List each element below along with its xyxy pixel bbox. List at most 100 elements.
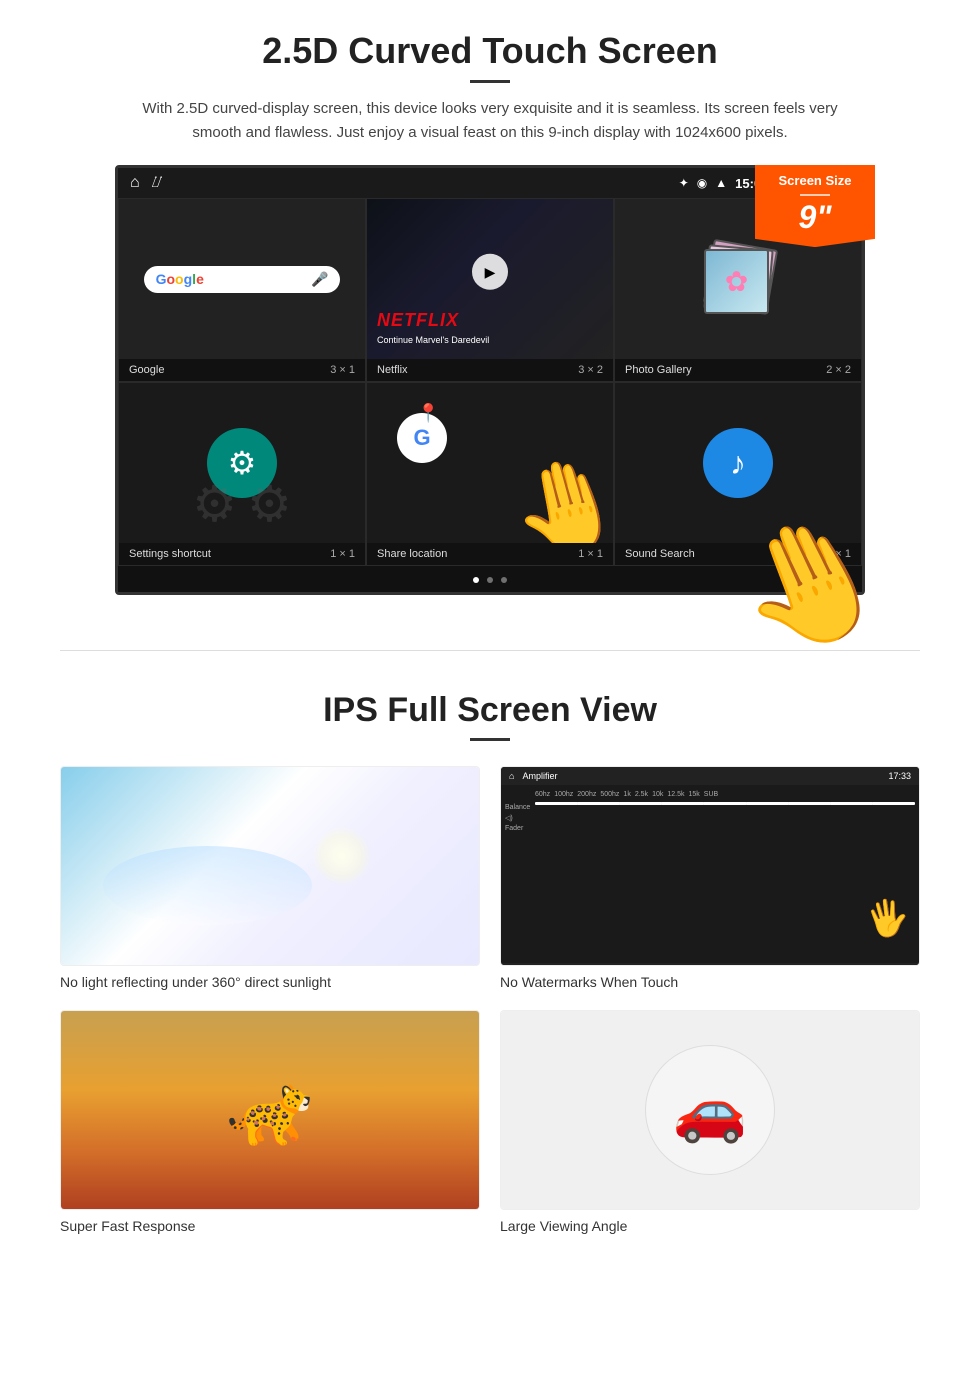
netflix-cell-label: Netflix 3 × 2	[367, 359, 613, 381]
amp-label-fader: Fader	[505, 825, 535, 832]
feature-sunlight: No light reflecting under 360° direct su…	[60, 766, 480, 990]
feature-grid: No light reflecting under 360° direct su…	[60, 766, 920, 1234]
amp-header: ⌂ Amplifier 17:33	[501, 767, 919, 785]
flower-icon: ✿	[725, 265, 748, 298]
amp-label-balance: Balance	[505, 804, 535, 811]
cheetah-visual: 🐆	[61, 1011, 479, 1209]
section2-title: IPS Full Screen View	[60, 691, 920, 730]
amplifier-visual: ⌂ Amplifier 17:33 Balance ◁) Fader 60hz1…	[501, 767, 919, 965]
cheetah-caption: Super Fast Response	[60, 1218, 480, 1234]
sound-app-name: Sound Search	[625, 548, 695, 560]
location-icon: ◉	[697, 176, 707, 190]
cheetah-icon: 🐆	[226, 1069, 313, 1151]
sunlight-image	[60, 766, 480, 966]
settings-cell-label: Settings shortcut 1 × 1	[119, 543, 365, 565]
app-cell-sound[interactable]: ♪ Sound Search 1 × 1	[614, 382, 862, 566]
amp-title: Amplifier	[522, 771, 557, 781]
mic-icon[interactable]: 🎤	[311, 271, 328, 288]
status-bar-left: ⌂ ⌰	[130, 174, 162, 192]
netflix-logo: NETFLIX	[377, 310, 459, 331]
dot-2	[487, 577, 493, 583]
amp-freq-labels: 60hz100hz200hz500hz1k2.5k10k12.5k15kSUB	[535, 789, 915, 800]
amplifier-image: ⌂ Amplifier 17:33 Balance ◁) Fader 60hz1…	[500, 766, 920, 966]
car-circle: 🚗	[645, 1045, 775, 1175]
settings-app-inner: ⚙ ⚙⚙	[119, 383, 365, 543]
app-grid-row2: ⚙ ⚙⚙ Settings shortcut 1 × 1	[118, 382, 862, 566]
google-search-bar[interactable]: Google 🎤	[144, 266, 341, 293]
sunlight-visual	[61, 767, 479, 965]
car-visual: 🚗	[501, 1011, 919, 1209]
feature-amplifier: ⌂ Amplifier 17:33 Balance ◁) Fader 60hz1…	[500, 766, 920, 990]
dots-indicator	[118, 566, 862, 592]
amplifier-caption: No Watermarks When Touch	[500, 974, 920, 990]
section1-description: With 2.5D curved-display screen, this de…	[140, 97, 840, 145]
amp-sliders-area: 60hz100hz200hz500hz1k2.5k10k12.5k15kSUB	[535, 789, 915, 959]
app-grid-row1: Google 🎤 Google 3 × 1	[118, 198, 862, 382]
feature-cheetah: 🐆 Super Fast Response	[60, 1010, 480, 1234]
section-ips-screen: IPS Full Screen View No light reflecting…	[0, 681, 980, 1264]
google-app-inner: Google 🎤	[119, 199, 365, 359]
photo-card-3: ✿	[704, 249, 769, 314]
settings-grid-size: 1 × 1	[330, 548, 355, 560]
status-bar: ⌂ ⌰ ✦ ◉ ▲ 15:06 ⬜ ◁) ✕ ▭	[118, 168, 862, 198]
app-cell-share[interactable]: G 📍 🤚 Share location 1 × 1	[366, 382, 614, 566]
app-cell-netflix[interactable]: ▶ NETFLIX Continue Marvel's Daredevil Ne…	[366, 198, 614, 382]
home-icon[interactable]: ⌂	[130, 174, 140, 192]
sunlight-caption: No light reflecting under 360° direct su…	[60, 974, 480, 990]
amp-footer: ◁◁ Custom loudness ●	[501, 963, 919, 965]
bluetooth-icon: ✦	[679, 176, 689, 190]
settings-shadow: ⚙⚙	[192, 475, 292, 533]
device-container: Screen Size 9" ⌂ ⌰ ✦ ◉ ▲ 15:06 ⬜ ◁) ✕	[115, 165, 865, 595]
photo-stack: ✿	[698, 239, 778, 319]
section2-divider	[470, 738, 510, 741]
sound-app-inner: ♪	[615, 383, 861, 543]
app-cell-settings[interactable]: ⚙ ⚙⚙ Settings shortcut 1 × 1	[118, 382, 366, 566]
sound-cell-label: Sound Search 1 × 1	[615, 543, 861, 565]
cheetah-image: 🐆	[60, 1010, 480, 1210]
badge-size: 9"	[761, 200, 869, 235]
sound-grid-size: 1 × 1	[826, 548, 851, 560]
app-cell-google[interactable]: Google 🎤 Google 3 × 1	[118, 198, 366, 382]
amp-content: Balance ◁) Fader 60hz100hz200hz500hz1k2.…	[501, 785, 919, 963]
dot-3	[501, 577, 507, 583]
gallery-grid-size: 2 × 2	[826, 364, 851, 376]
car-top-icon: 🚗	[673, 1075, 748, 1146]
dot-1	[473, 577, 479, 583]
car-image: 🚗	[500, 1010, 920, 1210]
amp-label-volume: ◁)	[505, 814, 535, 822]
section-divider	[60, 650, 920, 651]
gallery-cell-label: Photo Gallery 2 × 2	[615, 359, 861, 381]
amp-labels: Balance ◁) Fader	[505, 789, 535, 959]
amp-time: 17:33	[888, 771, 911, 781]
sun-flare	[312, 826, 372, 886]
badge-divider	[800, 194, 830, 196]
amp-sliders	[535, 800, 915, 810]
gallery-app-name: Photo Gallery	[625, 364, 692, 376]
section1-title: 2.5D Curved Touch Screen	[60, 30, 920, 72]
screen-size-badge: Screen Size 9"	[755, 165, 875, 247]
netflix-subtitle: Continue Marvel's Daredevil	[377, 335, 489, 345]
google-grid-size: 3 × 1	[330, 364, 355, 376]
netflix-app-name: Netflix	[377, 364, 408, 376]
share-grid-size: 1 × 1	[578, 548, 603, 560]
car-caption: Large Viewing Angle	[500, 1218, 920, 1234]
google-cell-label: Google 3 × 1	[119, 359, 365, 381]
feature-car: 🚗 Large Viewing Angle	[500, 1010, 920, 1234]
maps-pin-icon: 📍	[417, 403, 439, 424]
share-cell-label: Share location 1 × 1	[367, 543, 613, 565]
section-curved-screen: 2.5D Curved Touch Screen With 2.5D curve…	[0, 0, 980, 620]
android-screen: ⌂ ⌰ ✦ ◉ ▲ 15:06 ⬜ ◁) ✕ ▭	[115, 165, 865, 595]
amp-hand-icon: 🖐	[863, 895, 913, 943]
netflix-play-btn[interactable]: ▶	[472, 254, 508, 290]
share-app-inner: G 📍 🤚	[367, 383, 613, 543]
music-note-icon: ♪	[730, 445, 746, 482]
netflix-app-inner: ▶ NETFLIX Continue Marvel's Daredevil	[367, 199, 613, 359]
touch-hand-icon: 🤚	[501, 450, 613, 543]
google-logo: Google	[156, 271, 204, 287]
sound-icon-bg: ♪	[703, 428, 773, 498]
netflix-content: ▶ NETFLIX Continue Marvel's Daredevil	[367, 199, 613, 359]
netflix-grid-size: 3 × 2	[578, 364, 603, 376]
google-app-name: Google	[129, 364, 164, 376]
share-app-name: Share location	[377, 548, 447, 560]
badge-label: Screen Size	[761, 173, 869, 190]
